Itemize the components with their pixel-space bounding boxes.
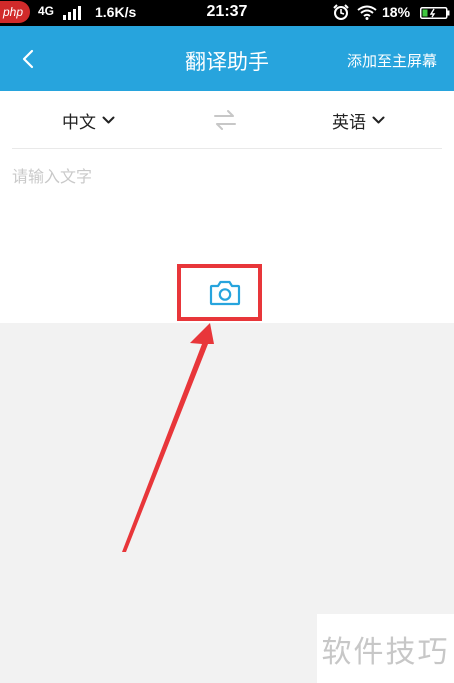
swap-languages-icon[interactable] [213, 109, 237, 131]
target-language-label: 英语 [332, 113, 366, 133]
wifi-icon [357, 5, 377, 20]
source-language-select[interactable]: 中文 [62, 108, 115, 133]
chevron-down-icon [372, 116, 385, 124]
target-language-select[interactable]: 英语 [332, 108, 385, 133]
chevron-down-icon [102, 116, 115, 124]
alarm-icon [333, 4, 349, 20]
highlight-box [177, 264, 262, 321]
source-language-label: 中文 [62, 113, 96, 133]
watermark: 软件技巧 [317, 614, 454, 683]
battery-icon [420, 7, 450, 19]
status-bar: php 4G 1.6K/s 21:37 18% [0, 0, 454, 26]
add-to-home-button[interactable]: 添加至主屏幕 [347, 50, 437, 71]
text-input[interactable] [12, 163, 432, 243]
language-selector-row: 中文 英语 [0, 91, 454, 149]
battery-percent: 18% [382, 4, 411, 20]
app-header: 翻译助手 添加至主屏幕 [0, 26, 454, 91]
